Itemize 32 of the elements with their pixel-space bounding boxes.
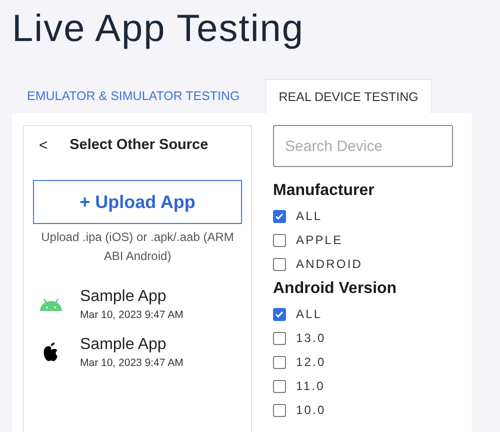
checkbox[interactable]	[273, 210, 286, 222]
tab[interactable]: REAL DEVICE TESTING	[264, 79, 432, 113]
checkbox[interactable]	[273, 380, 286, 392]
app-date: Mar 10, 2023 9:47 AM	[80, 356, 184, 368]
option-label: ALL	[296, 209, 322, 223]
page-title: Live App Testing	[11, 7, 306, 52]
check-icon	[274, 308, 285, 320]
filter-heading: Manufacturer	[273, 182, 376, 201]
upload-button[interactable]: + Upload App	[33, 180, 242, 224]
back-button[interactable]: <	[33, 136, 54, 154]
checkbox[interactable]	[273, 356, 286, 368]
check-icon	[274, 210, 285, 222]
option-label: 12.0	[296, 355, 326, 369]
option-label: 13.0	[296, 331, 326, 345]
checkbox[interactable]	[273, 404, 286, 416]
app-name[interactable]: Sample App	[80, 336, 184, 354]
option-label: ALL	[296, 307, 322, 321]
card-title: Select Other Source	[68, 137, 210, 153]
upload-hint: Upload .ipa (iOS) or .apk/.aab (ARM ABI Android)	[40, 229, 235, 265]
app-date: Mar 10, 2023 9:47 AM	[80, 308, 184, 320]
checkbox[interactable]	[273, 258, 286, 270]
filter-heading: Android Version	[273, 280, 398, 299]
checkbox[interactable]	[273, 308, 286, 320]
checkbox[interactable]	[273, 234, 286, 246]
checkbox[interactable]	[273, 332, 286, 344]
option-label: 11.0	[296, 379, 325, 393]
app-name[interactable]: Sample App	[80, 288, 184, 306]
option-label: 10.0	[296, 403, 326, 417]
option-label: APPLE	[296, 233, 343, 247]
option-label: ANDROID	[296, 257, 363, 271]
tab[interactable]: EMULATOR & SIMULATOR TESTING	[14, 79, 253, 113]
search-field[interactable]: Search Device	[273, 125, 453, 167]
